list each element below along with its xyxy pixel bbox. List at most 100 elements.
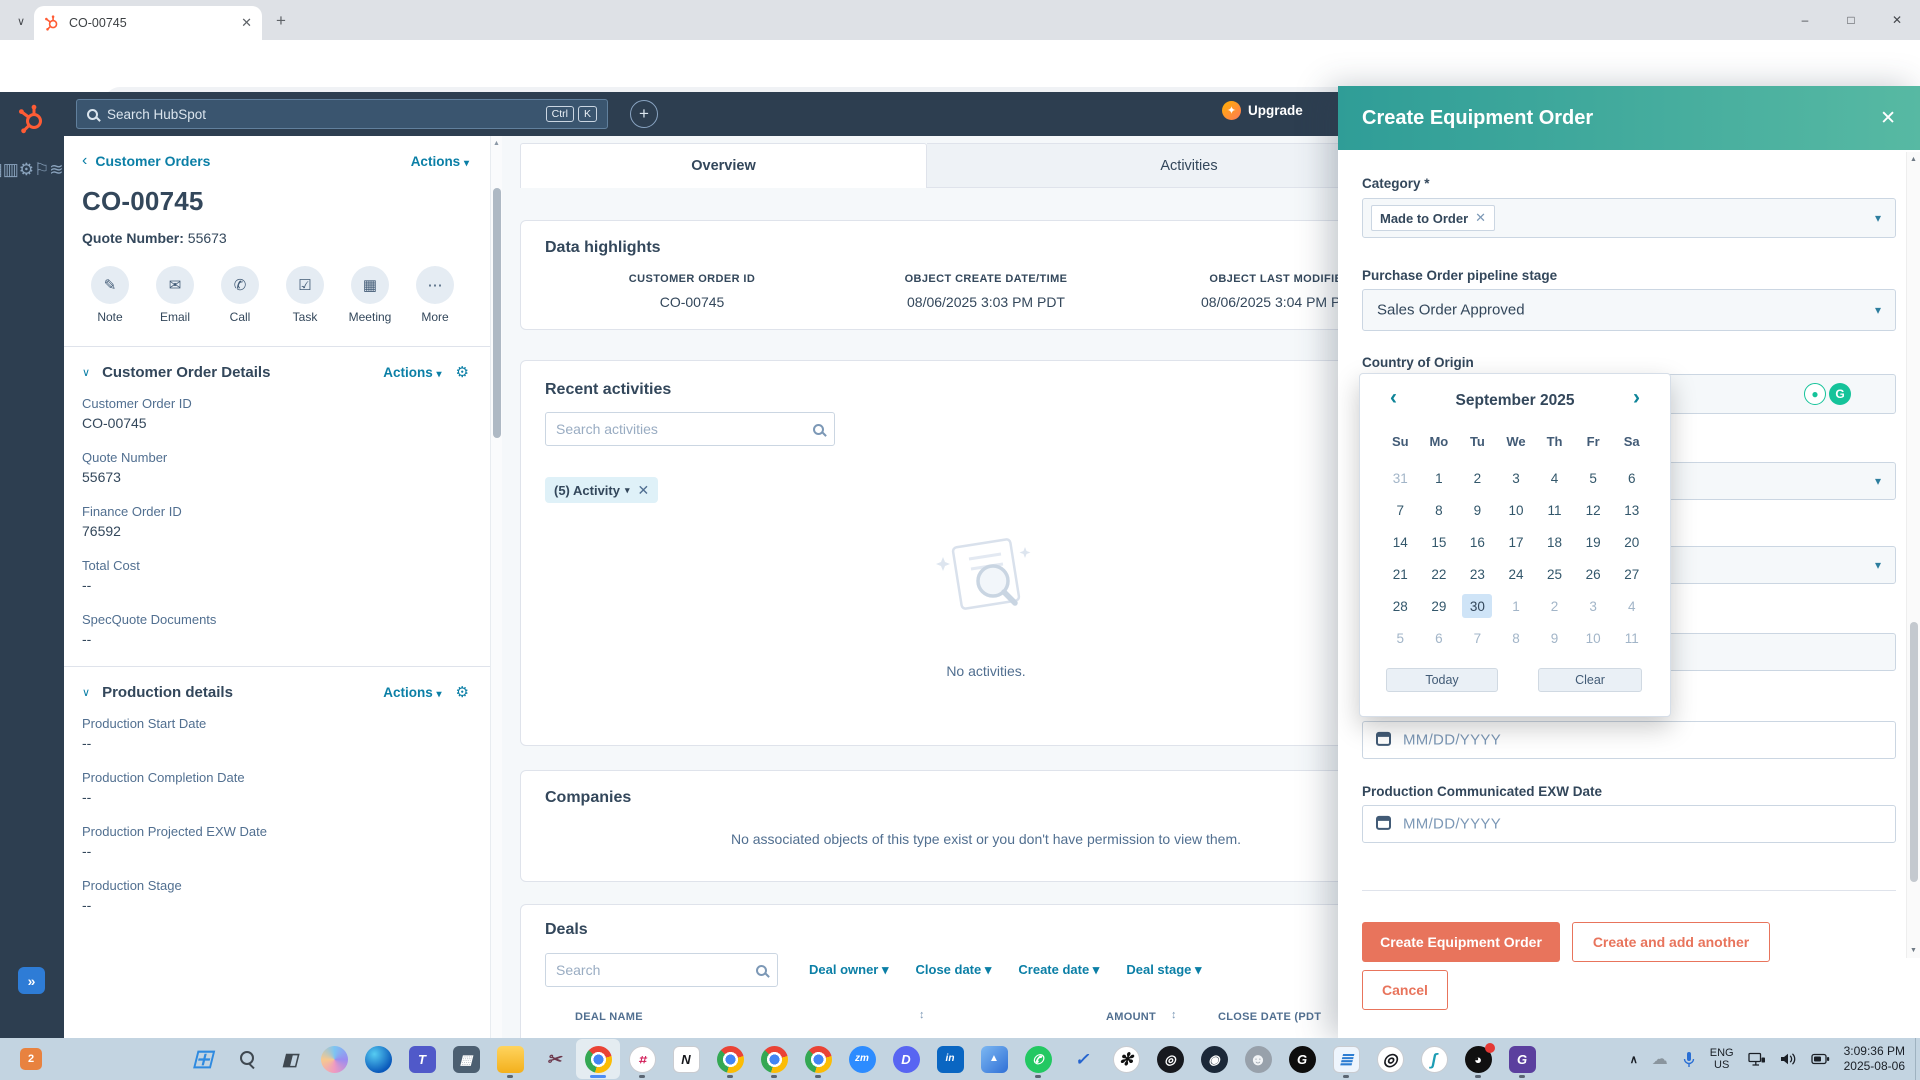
browser-tab[interactable]: CO-00745 ✕	[34, 6, 262, 40]
global-search-input[interactable]	[107, 106, 542, 122]
scroll-down-icon[interactable]: ▼	[1910, 947, 1917, 954]
chevron-down-icon[interactable]: ▾	[1875, 474, 1881, 488]
taskbar-corner-badge[interactable]: 2	[20, 1048, 42, 1070]
activities-search[interactable]	[545, 412, 835, 446]
calendar-day[interactable]: 5	[1578, 466, 1608, 490]
battery-icon[interactable]	[1810, 1053, 1830, 1065]
sort-icon[interactable]: ↕	[1171, 1009, 1177, 1021]
breadcrumb-back-icon[interactable]: ‹	[82, 152, 87, 170]
calendar-day[interactable]: 19	[1578, 530, 1608, 554]
call-button[interactable]: ✆ Call	[212, 266, 268, 324]
clear-button[interactable]: Clear	[1538, 668, 1642, 692]
network-icon[interactable]	[1747, 1052, 1766, 1067]
tab-overview[interactable]: Overview	[520, 143, 927, 188]
note-button[interactable]: ✎ Note	[82, 266, 138, 324]
date-input[interactable]: MM/DD/YYYY	[1362, 721, 1896, 759]
user-photo-icon[interactable]: ☻	[1236, 1039, 1280, 1079]
collapse-chevron-icon[interactable]: ∨	[82, 366, 90, 379]
automations-icon[interactable]: ⚙	[19, 160, 34, 179]
meeting-button[interactable]: ▦ Meeting	[342, 266, 398, 324]
calendar-day[interactable]: 6	[1424, 626, 1454, 650]
calendar-day[interactable]: 17	[1501, 530, 1531, 554]
calendar-day[interactable]: 9	[1540, 626, 1570, 650]
icue-icon[interactable]: ◎	[1148, 1039, 1192, 1079]
calendar-day[interactable]: 28	[1385, 594, 1415, 618]
calendar-day[interactable]: 27	[1617, 562, 1647, 586]
calendar-day[interactable]: 15	[1424, 530, 1454, 554]
chevron-down-icon[interactable]: ▾	[1875, 558, 1881, 572]
activity-filter-chip[interactable]: (5) Activity ▾ ✕	[545, 477, 659, 503]
field-value[interactable]: --	[82, 789, 469, 805]
file-explorer-icon[interactable]	[488, 1039, 532, 1079]
chrome-profile-2-icon[interactable]	[708, 1039, 752, 1079]
todo-icon[interactable]: ✓	[1060, 1039, 1104, 1079]
chatgpt-icon[interactable]: ✻	[1104, 1039, 1148, 1079]
field-value[interactable]: --	[82, 897, 469, 913]
deal-filter-button[interactable]: Deal owner ▾	[809, 962, 889, 978]
calendar-day[interactable]: 3	[1501, 466, 1531, 490]
surfshark-icon[interactable]: ʃ	[1412, 1039, 1456, 1079]
logitech-icon[interactable]: G	[1280, 1039, 1324, 1079]
calendar-day[interactable]: 16	[1462, 530, 1492, 554]
section-actions-button[interactable]: Actions ▾	[383, 685, 441, 700]
today-button[interactable]: Today	[1386, 668, 1498, 692]
record-panel-scrollbar[interactable]: ▲	[490, 136, 502, 1038]
field-value[interactable]: --	[82, 577, 469, 593]
sort-icon[interactable]: ↕	[919, 1009, 925, 1021]
calendar-day[interactable]: 1	[1424, 466, 1454, 490]
calendar-day[interactable]: 24	[1501, 562, 1531, 586]
calculator-icon[interactable]: ▦	[444, 1039, 488, 1079]
section-actions-button[interactable]: Actions ▾	[383, 365, 441, 380]
calendar-day[interactable]: 25	[1540, 562, 1570, 586]
gear-icon[interactable]: ⚙	[456, 683, 469, 701]
calendar-day[interactable]: 30	[1462, 594, 1493, 618]
next-month-button[interactable]: ›	[1633, 386, 1640, 410]
field-value[interactable]: CO-00745	[82, 415, 469, 431]
calendar-day[interactable]: 18	[1540, 530, 1570, 554]
tab-close-icon[interactable]: ✕	[241, 15, 252, 31]
calendar-day[interactable]: 3	[1578, 594, 1608, 618]
deal-filter-button[interactable]: Close date ▾	[916, 962, 992, 978]
calendar-day[interactable]: 2	[1540, 594, 1570, 618]
field-value[interactable]: 55673	[82, 469, 469, 485]
field-value[interactable]: --	[82, 735, 469, 751]
snipping-tool-icon[interactable]: ✂	[532, 1039, 576, 1079]
record-actions-button[interactable]: Actions ▾	[411, 154, 469, 169]
calendar-day[interactable]: 2	[1462, 466, 1492, 490]
calendar-day[interactable]: 21	[1385, 562, 1415, 586]
deal-filter-button[interactable]: Deal stage ▾	[1126, 962, 1201, 978]
calendar-day[interactable]: 11	[1617, 626, 1647, 650]
deals-search[interactable]	[545, 953, 778, 987]
photos-icon[interactable]: ▲	[972, 1039, 1016, 1079]
onedrive-cloud-icon[interactable]: ☁	[1652, 1049, 1668, 1069]
hubspot-logo-icon[interactable]	[17, 104, 47, 139]
calendar-day[interactable]: 1	[1501, 594, 1531, 618]
tab-search-button[interactable]: ∨	[8, 9, 34, 33]
chevron-down-icon[interactable]: ▾	[625, 485, 630, 496]
whatsapp-icon[interactable]: ✆	[1016, 1039, 1060, 1079]
commerce-icon[interactable]: ▥	[3, 160, 19, 179]
calendar-day[interactable]: 5	[1385, 626, 1415, 650]
slack-icon[interactable]: ⌗	[620, 1039, 664, 1079]
calendar-day[interactable]: 9	[1462, 498, 1492, 522]
cancel-button[interactable]: Cancel	[1362, 970, 1448, 1010]
chrome-profile-3-icon[interactable]	[752, 1039, 796, 1079]
category-chip[interactable]: Made to Order ✕	[1371, 205, 1496, 231]
chip-remove-icon[interactable]: ✕	[1475, 210, 1486, 226]
deal-filter-button[interactable]: Create date ▾	[1018, 962, 1099, 978]
scroll-up-icon[interactable]: ▲	[493, 140, 500, 147]
category-select[interactable]: Made to Order ✕ ▾	[1362, 198, 1896, 238]
calendar-day[interactable]: 31	[1385, 466, 1415, 490]
calendar-day[interactable]: 26	[1578, 562, 1608, 586]
show-desktop-button[interactable]	[1915, 1038, 1920, 1080]
scrollbar-thumb[interactable]	[1910, 622, 1918, 882]
create-equipment-order-button[interactable]: Create Equipment Order	[1362, 922, 1560, 962]
global-search[interactable]: Ctrl K	[76, 99, 608, 129]
calendar-day[interactable]: 20	[1617, 530, 1647, 554]
calendar-day[interactable]: 10	[1578, 626, 1608, 650]
sidebar-expand-button[interactable]: »	[18, 967, 45, 994]
activities-search-input[interactable]	[556, 421, 813, 437]
language-indicator[interactable]: ENG US	[1710, 1047, 1734, 1071]
window-maximize-button[interactable]: □	[1828, 0, 1874, 40]
grammarly-suggestion-icon[interactable]: ●	[1804, 383, 1826, 405]
